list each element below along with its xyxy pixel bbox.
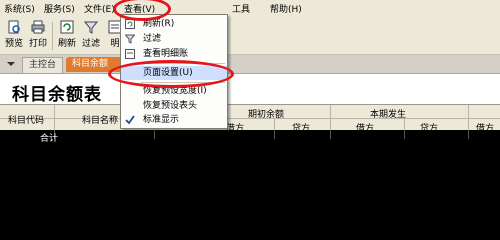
menu-item-label: 恢复预设表头 [143, 101, 198, 111]
chevron-down-icon[interactable] [6, 60, 16, 68]
menu-item-label: 过滤 [143, 34, 162, 44]
column-divider [154, 130, 155, 139]
print-button[interactable]: 打印 [26, 20, 50, 49]
filter-icon [125, 34, 135, 44]
tab-strip: 主控台 科目余额 [0, 55, 500, 74]
toolbar: 预览 打印 刷新 过滤 明 [0, 16, 500, 55]
menu-bar: 系统(S) 服务(S) 文件(E) 查看(V) 工具 帮助(H) [0, 0, 500, 16]
column-divider [404, 130, 405, 139]
sum-row-label: 合计 [40, 134, 59, 144]
column-divider [274, 130, 275, 139]
highlight-oval-page-setup [108, 60, 234, 88]
preview-label: 预览 [4, 39, 23, 49]
grid-header: 科目代码 科目名称 期初余额 本期发生 借方 贷方 借方 贷方 借方 [0, 104, 500, 134]
column-divider [330, 130, 331, 139]
grid-body[interactable]: 合计 [0, 130, 500, 240]
menu-system[interactable]: 系统(S) [4, 2, 35, 15]
menu-item-filter[interactable]: 过滤 [121, 32, 227, 46]
filter-button[interactable]: 过滤 [79, 20, 103, 49]
menu-item-view-detail[interactable]: 查看明细账 [121, 47, 227, 61]
filter-label: 过滤 [81, 39, 100, 49]
menu-item-label: 查看明细账 [143, 49, 189, 59]
toolbar-separator [52, 22, 53, 50]
menu-help[interactable]: 帮助(H) [270, 2, 302, 15]
preview-icon [8, 20, 20, 34]
column-divider [468, 130, 469, 139]
menu-file[interactable]: 文件(E) [84, 2, 115, 15]
refresh-button[interactable]: 刷新 [55, 20, 79, 49]
checkmark-icon [125, 115, 135, 125]
column-header-name: 科目名称 [82, 116, 119, 126]
refresh-icon [60, 20, 74, 34]
menu-item-label: 标准显示 [143, 115, 180, 125]
page-title: 科目余额表 [12, 85, 102, 105]
refresh-label: 刷新 [57, 39, 76, 49]
column-header-code: 科目代码 [8, 116, 45, 126]
detail-icon [125, 49, 135, 59]
menu-tools[interactable]: 工具 [232, 2, 250, 15]
column-divider [468, 105, 469, 131]
column-group-opening: 期初余额 [248, 110, 285, 120]
filter-icon [84, 21, 98, 34]
preview-button[interactable]: 预览 [2, 20, 26, 49]
print-label: 打印 [28, 39, 47, 49]
column-group-current: 本期发生 [370, 110, 407, 120]
tab-home[interactable]: 主控台 [22, 57, 64, 73]
column-divider [54, 105, 55, 131]
menu-item-standard-display[interactable]: 标准显示 [121, 113, 227, 127]
column-divider [330, 105, 331, 131]
menu-item-restore-header[interactable]: 恢复预设表头 [121, 99, 227, 113]
menu-service[interactable]: 服务(S) [44, 2, 75, 15]
printer-icon [31, 20, 45, 34]
